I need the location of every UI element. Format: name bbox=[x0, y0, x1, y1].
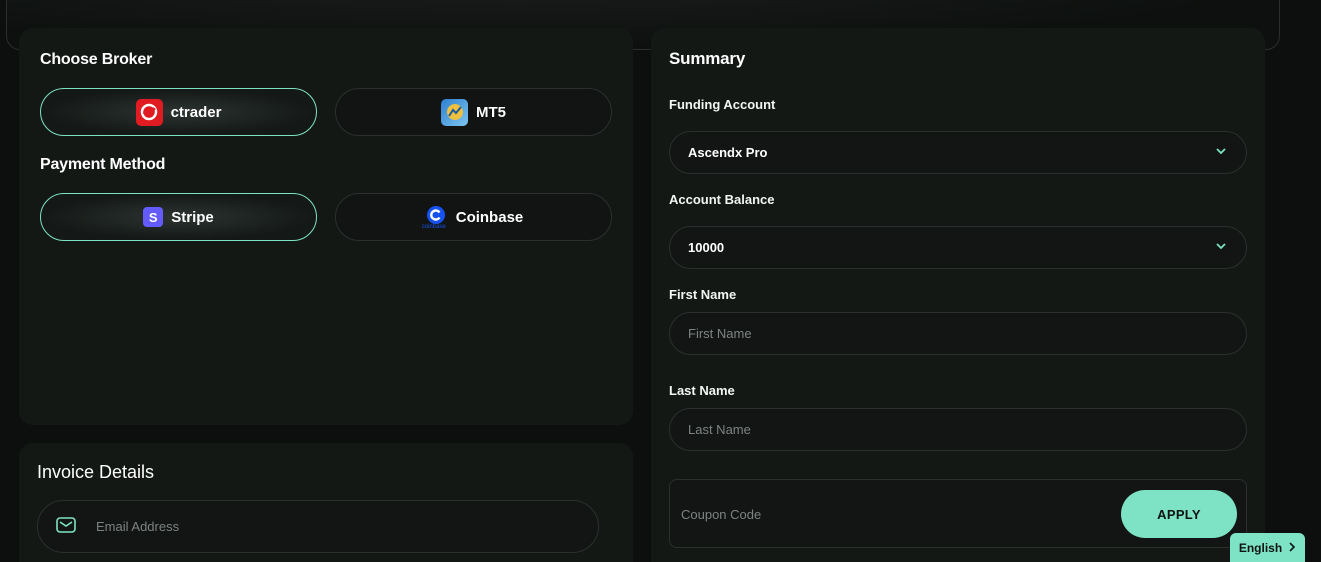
choose-broker-title: Choose Broker bbox=[40, 51, 153, 68]
last-name-placeholder: Last Name bbox=[688, 422, 751, 437]
summary-title: Summary bbox=[669, 49, 746, 68]
email-placeholder: Email Address bbox=[96, 519, 180, 534]
coupon-placeholder: Coupon Code bbox=[681, 507, 762, 522]
last-name-input[interactable]: Last Name bbox=[669, 408, 1247, 451]
first-name-placeholder: First Name bbox=[688, 326, 752, 341]
payment-method-title: Payment Method bbox=[40, 156, 166, 173]
account-balance-label: Account Balance bbox=[669, 192, 775, 207]
first-name-input[interactable]: First Name bbox=[669, 312, 1247, 355]
payment-option-stripe[interactable]: S Stripe bbox=[40, 193, 317, 241]
broker-option-label: MT5 bbox=[476, 103, 506, 121]
chevron-right-icon bbox=[1288, 541, 1296, 555]
summary-card: Summary Funding Account Ascendx Pro Acco… bbox=[651, 28, 1265, 562]
account-balance-select[interactable]: 10000 bbox=[669, 226, 1247, 269]
broker-option-ctrader[interactable]: ctrader bbox=[40, 88, 317, 136]
broker-payment-card: Choose Broker ctrader MT5 Payment Method… bbox=[19, 28, 633, 425]
ctrader-logo-icon bbox=[135, 98, 163, 126]
language-switcher-button[interactable]: English bbox=[1230, 533, 1305, 562]
coupon-field[interactable]: Coupon Code APPLY bbox=[669, 479, 1247, 548]
payment-option-label: Stripe bbox=[171, 208, 214, 226]
payment-option-label: Coinbase bbox=[455, 208, 524, 226]
account-balance-value: 10000 bbox=[688, 240, 725, 255]
coinbase-logo-icon: coinbase bbox=[421, 205, 448, 230]
broker-option-mt5[interactable]: MT5 bbox=[335, 88, 612, 136]
funding-account-label: Funding Account bbox=[669, 97, 776, 112]
stripe-logo-icon: S bbox=[143, 207, 164, 227]
mail-icon bbox=[56, 517, 76, 536]
funding-account-value: Ascendx Pro bbox=[688, 145, 768, 160]
funding-account-select[interactable]: Ascendx Pro bbox=[669, 131, 1247, 174]
chevron-down-icon bbox=[1214, 239, 1228, 256]
last-name-label: Last Name bbox=[669, 383, 735, 398]
broker-option-label: ctrader bbox=[170, 103, 222, 121]
payment-option-coinbase[interactable]: coinbase Coinbase bbox=[335, 193, 612, 241]
first-name-label: First Name bbox=[669, 287, 737, 302]
language-label: English bbox=[1238, 541, 1283, 555]
chevron-down-icon bbox=[1214, 144, 1228, 161]
invoice-details-card: Invoice Details Email Address bbox=[19, 443, 633, 562]
email-field[interactable]: Email Address bbox=[37, 500, 599, 553]
coinbase-logo-text: coinbase bbox=[421, 224, 446, 230]
invoice-details-title: Invoice Details bbox=[37, 462, 155, 482]
apply-coupon-button[interactable]: APPLY bbox=[1121, 490, 1237, 538]
mt5-logo-icon bbox=[441, 98, 468, 126]
